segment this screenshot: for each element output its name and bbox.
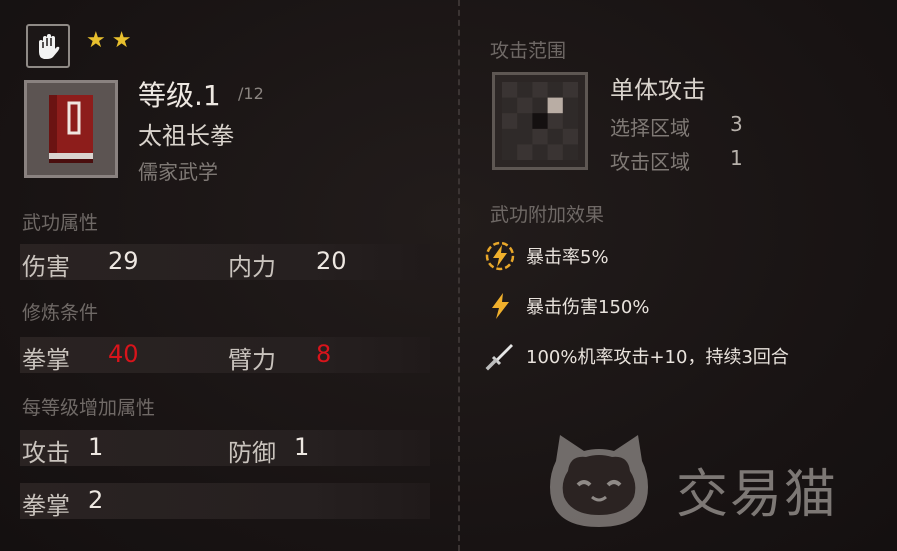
star-icon: ★ xyxy=(86,28,106,53)
skill-stars: ★ ★ xyxy=(86,30,131,52)
defense-value: 1 xyxy=(294,433,310,461)
lightning-circle-icon xyxy=(484,240,516,272)
requirements-row: 拳掌 40 臂力 8 xyxy=(20,337,430,374)
per-level-row: 攻击 1 防御 1 xyxy=(20,430,430,467)
skill-level-max: /12 xyxy=(238,84,264,103)
attack-range-name: 单体攻击 xyxy=(610,76,706,104)
effect-text: 暴击率5% xyxy=(526,247,609,268)
lightning-icon xyxy=(484,290,516,322)
skill-level: 等级.1 xyxy=(138,79,221,112)
attack-label: 攻击 xyxy=(22,439,70,467)
effects-title: 武功附加效果 xyxy=(490,204,605,226)
arm-strength-requirement-value: 8 xyxy=(316,340,332,368)
sword-icon xyxy=(484,340,516,372)
effect-item: 暴击伤害150% xyxy=(484,288,649,324)
attack-area-value: 1 xyxy=(730,146,743,170)
attributes-title: 武功属性 xyxy=(22,212,99,234)
attack-area-label: 攻击区域 xyxy=(610,150,690,174)
attributes-row: 伤害 29 内力 20 xyxy=(20,244,430,281)
select-area-label: 选择区域 xyxy=(610,116,690,140)
damage-label: 伤害 xyxy=(22,253,70,281)
per-level-title: 每等级增加属性 xyxy=(22,397,156,419)
attack-value: 1 xyxy=(88,433,104,461)
requirements-title: 修炼条件 xyxy=(22,302,99,324)
fist-label: 拳掌 xyxy=(22,492,70,520)
fist-value: 2 xyxy=(88,486,104,514)
effect-item: 100%机率攻击+10，持续3回合 xyxy=(484,338,789,374)
inner-power-label: 内力 xyxy=(228,253,276,281)
effect-text: 暴击伤害150% xyxy=(526,297,650,318)
select-area-value: 3 xyxy=(730,112,743,136)
per-level-row: 拳掌 2 xyxy=(20,483,430,520)
skill-book-icon xyxy=(24,80,118,178)
star-icon: ★ xyxy=(111,28,132,53)
defense-label: 防御 xyxy=(228,439,276,467)
effect-text: 100%机率攻击+10，持续3回合 xyxy=(526,347,789,368)
skill-name: 太祖长拳 xyxy=(138,122,234,150)
watermark-text: 交易猫 xyxy=(676,465,839,525)
inner-power-value: 20 xyxy=(316,247,347,275)
effect-item: 暴击率5% xyxy=(484,238,609,274)
range-grid-icon xyxy=(502,82,578,160)
attack-range-grid xyxy=(492,72,588,170)
fist-label: 拳掌 xyxy=(22,346,70,374)
arm-strength-label: 臂力 xyxy=(228,346,276,374)
cat-logo-icon xyxy=(550,435,648,527)
skill-type-fist-icon[interactable] xyxy=(26,24,70,68)
column-divider xyxy=(458,0,460,551)
fist-requirement-value: 40 xyxy=(108,340,139,368)
skill-school: 儒家武学 xyxy=(138,160,218,184)
damage-value: 29 xyxy=(108,247,139,275)
attack-range-title: 攻击范围 xyxy=(490,40,567,62)
skill-detail-panel: ★ ★ 等级.1 /12 太祖长拳 儒家武学 武功属性 伤害 29 内力 20 … xyxy=(0,0,897,551)
